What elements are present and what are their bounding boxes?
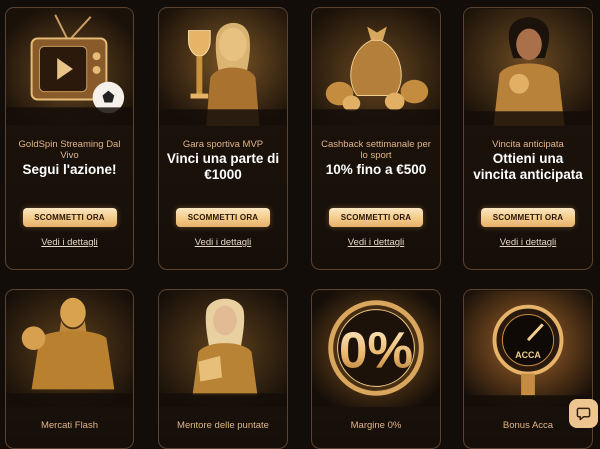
promo-card-betting-mentor[interactable]: Mentore delle puntate	[158, 289, 288, 449]
bet-now-button[interactable]: SCOMMETTI ORA	[176, 208, 270, 227]
bet-now-button[interactable]: SCOMMETTI ORA	[481, 208, 575, 227]
gold-statue-icon	[6, 290, 133, 408]
card-headline: 10% fino a €500	[325, 162, 427, 177]
promo-card-streaming[interactable]: GoldSpin Streaming Dal Vivo Segui l'azio…	[5, 7, 134, 270]
see-details-link[interactable]: Vedi i dettagli	[312, 237, 440, 248]
card-subtitle: Mentore delle puntate	[177, 420, 269, 431]
card-headline: Vinci una parte di €1000	[166, 151, 280, 182]
promo-card-mvp[interactable]: Gara sportiva MVP Vinci una parte di €10…	[158, 7, 288, 270]
bet-now-button[interactable]: SCOMMETTI ORA	[329, 208, 423, 227]
card-headline: Ottieni una vincita anticipata	[473, 151, 583, 182]
card-subtitle: GoldSpin Streaming Dal Vivo	[18, 139, 121, 161]
chat-button[interactable]	[569, 399, 598, 428]
promo-card-early-payout[interactable]: Vincita anticipata Ottieni una vincita a…	[463, 7, 593, 270]
card-subtitle: Vincita anticipata	[492, 139, 564, 150]
promo-card-cashback[interactable]: Cashback settimanale per lo sport 10% fi…	[311, 7, 441, 270]
acca-text: ACCA	[515, 350, 541, 360]
card-subtitle: Cashback settimanale per lo sport	[321, 139, 431, 161]
see-details-link[interactable]: Vedi i dettagli	[159, 237, 287, 248]
tv-football-icon	[6, 8, 133, 126]
gold-woman-icon	[464, 8, 592, 126]
zero-percent-icon: 0%	[312, 290, 440, 408]
promo-card-flash-markets[interactable]: Mercati Flash	[5, 289, 134, 449]
promo-card-zero-margin[interactable]: 0% Margine 0%	[311, 289, 441, 449]
see-details-link[interactable]: Vedi i dettagli	[6, 237, 133, 248]
zero-percent-text: 0%	[339, 322, 413, 379]
see-details-link[interactable]: Vedi i dettagli	[464, 237, 592, 248]
chat-bubble-icon	[576, 406, 591, 421]
acca-gauge-icon: ACCA	[464, 290, 592, 408]
money-bag-icon	[312, 8, 440, 126]
woman-reading-icon	[159, 290, 287, 408]
card-subtitle: Margine 0%	[350, 420, 402, 431]
card-headline: Segui l'azione!	[22, 162, 117, 177]
trophy-woman-icon	[159, 8, 287, 126]
card-subtitle: Mercati Flash	[40, 420, 98, 431]
bet-now-button[interactable]: SCOMMETTI ORA	[22, 208, 117, 227]
card-subtitle: Gara sportiva MVP	[182, 139, 264, 150]
